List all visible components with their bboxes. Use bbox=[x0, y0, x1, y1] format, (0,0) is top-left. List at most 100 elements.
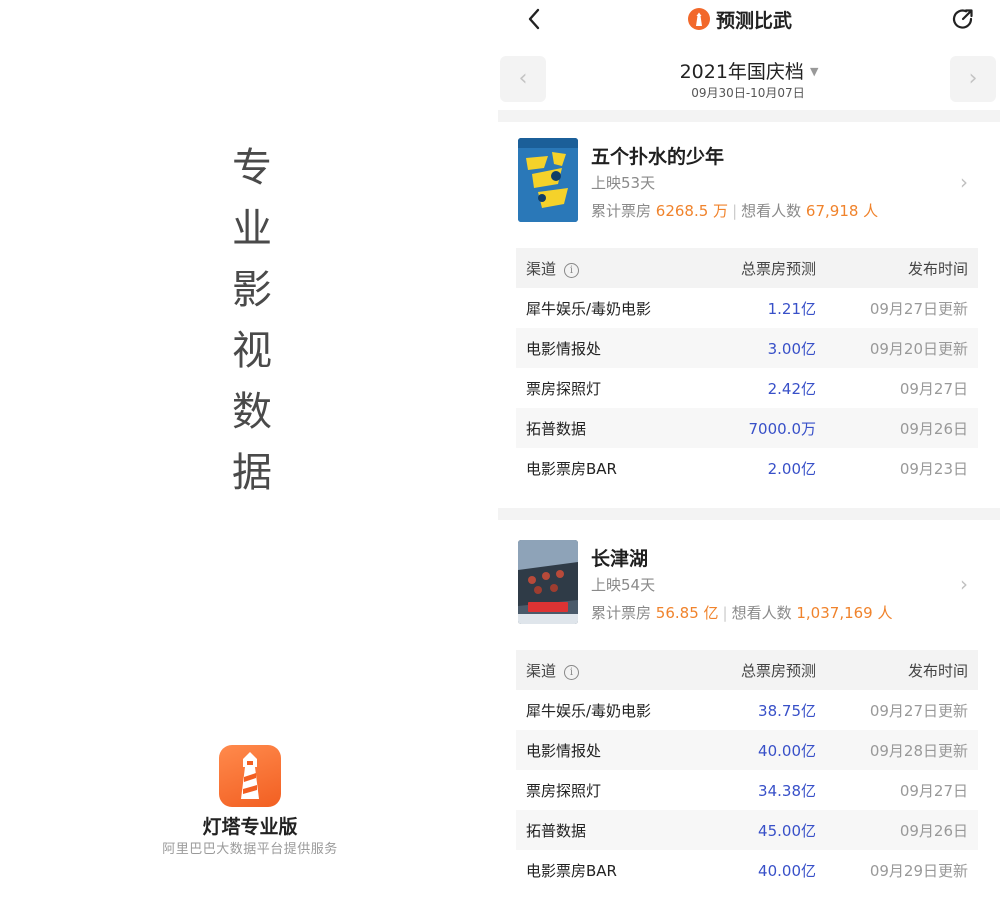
back-button[interactable] bbox=[524, 4, 548, 34]
publish-time: 09月29日更新 bbox=[869, 862, 968, 880]
movie-header[interactable]: 长津湖 上映54天 累计票房 56.85 亿 | 想看人数 1,037,169 人 … bbox=[498, 524, 1000, 624]
forecast-value: 2.42亿 bbox=[767, 380, 816, 398]
box-office-value: 6268.5 万 bbox=[655, 202, 729, 220]
nav-bar: 预测比武 bbox=[498, 0, 1000, 40]
slogan-vertical: 专 业 影 视 数 据 bbox=[226, 138, 278, 504]
publish-time: 09月26日 bbox=[899, 822, 968, 840]
period-title: 2021年国庆档 bbox=[679, 61, 804, 83]
channel-name: 电影情报处 bbox=[526, 340, 602, 358]
channel-name: 电影票房BAR bbox=[526, 460, 617, 478]
table-header: 渠道 i 总票房预测 发布时间 bbox=[516, 248, 978, 288]
want-see-value: 1,037,169 人 bbox=[796, 604, 893, 622]
header-time: 发布时间 bbox=[907, 260, 968, 278]
table-row: 拓普数据 45.00亿 09月26日 bbox=[516, 810, 978, 850]
forecast-value: 34.38亿 bbox=[758, 782, 816, 800]
period-dropdown[interactable]: 2021年国庆档 ▼ bbox=[658, 57, 840, 84]
box-office-label: 累计票房 bbox=[591, 202, 652, 220]
publish-time: 09月27日 bbox=[899, 380, 968, 398]
header-channel: 渠道 bbox=[526, 662, 557, 680]
want-see-value: 67,918 人 bbox=[805, 202, 879, 220]
forecast-value: 3.00亿 bbox=[767, 340, 816, 358]
header-time: 发布时间 bbox=[907, 662, 968, 680]
channel-name: 电影票房BAR bbox=[526, 862, 617, 880]
slogan-char: 据 bbox=[232, 450, 272, 496]
header-forecast: 总票房预测 bbox=[740, 662, 816, 680]
publish-time: 09月20日更新 bbox=[869, 340, 968, 358]
chevron-left-icon bbox=[528, 8, 540, 30]
publish-time: 09月28日更新 bbox=[869, 742, 968, 760]
movie-title: 长津湖 bbox=[591, 548, 649, 570]
period-dates: 09月30日-10月07日 bbox=[691, 86, 805, 100]
movie-header[interactable]: 五个扑水的少年 上映53天 累计票房 6268.5 万 | 想看人数 67,918 … bbox=[498, 122, 1000, 222]
forecast-value: 7000.0万 bbox=[748, 420, 817, 438]
table-row: 犀牛娱乐/毒奶电影 1.21亿 09月27日更新 bbox=[516, 288, 978, 328]
prev-period-button[interactable]: ‹ bbox=[500, 56, 546, 102]
movie-poster bbox=[518, 540, 578, 624]
table-header: 渠道 i 总票房预测 发布时间 bbox=[516, 650, 978, 690]
info-icon[interactable]: i bbox=[564, 665, 580, 680]
slogan-char: 业 bbox=[232, 206, 272, 252]
section-divider bbox=[498, 508, 1000, 520]
forecast-value: 38.75亿 bbox=[758, 702, 816, 720]
channel-name: 票房探照灯 bbox=[526, 782, 602, 800]
slogan-char: 视 bbox=[232, 328, 272, 374]
forecast-value: 2.00亿 bbox=[767, 460, 816, 478]
box-office-label: 累计票房 bbox=[591, 604, 652, 622]
brand-logo-icon bbox=[688, 8, 710, 30]
channel-name: 票房探照灯 bbox=[526, 380, 602, 398]
page-title: 预测比武 bbox=[716, 9, 793, 32]
share-icon bbox=[952, 9, 973, 29]
next-period-button[interactable]: › bbox=[950, 56, 996, 102]
header-forecast: 总票房预测 bbox=[740, 260, 816, 278]
channel-name: 犀牛娱乐/毒奶电影 bbox=[526, 702, 652, 720]
forecast-value: 40.00亿 bbox=[758, 862, 816, 880]
header-channel: 渠道 bbox=[526, 260, 557, 278]
movie-stats: 累计票房 56.85 亿 | 想看人数 1,037,169 人 bbox=[591, 604, 893, 622]
release-days: 上映53天 bbox=[591, 174, 656, 192]
share-button[interactable] bbox=[950, 6, 976, 32]
channel-name: 拓普数据 bbox=[526, 420, 587, 438]
forecast-value: 40.00亿 bbox=[758, 742, 816, 760]
publish-time: 09月27日 bbox=[899, 782, 968, 800]
channel-name: 拓普数据 bbox=[526, 822, 587, 840]
table-row: 电影情报处 40.00亿 09月28日更新 bbox=[516, 730, 978, 770]
splash-panel: 专 业 影 视 数 据 灯塔专业版 阿里巴巴大数据平台提供服务 bbox=[0, 0, 500, 897]
period-selector-bar: ‹ 2021年国庆档 ▼ 09月30日-10月07日 › bbox=[498, 52, 1000, 104]
app-name: 灯塔专业版 bbox=[202, 816, 298, 838]
chevron-right-icon: › bbox=[960, 572, 968, 596]
provider-text: 阿里巴巴大数据平台提供服务 bbox=[162, 842, 338, 857]
forecast-value: 1.21亿 bbox=[767, 300, 816, 318]
table-row: 票房探照灯 2.42亿 09月27日 bbox=[516, 368, 978, 408]
publish-time: 09月27日更新 bbox=[869, 300, 968, 318]
publish-time: 09月27日更新 bbox=[869, 702, 968, 720]
movie-title: 五个扑水的少年 bbox=[591, 146, 725, 168]
nav-title-group: 预测比武 bbox=[688, 4, 792, 34]
movie-card: 长津湖 上映54天 累计票房 56.85 亿 | 想看人数 1,037,169 人 … bbox=[498, 524, 1000, 897]
caret-down-icon: ▼ bbox=[809, 65, 819, 78]
section-divider bbox=[498, 110, 1000, 122]
table-row: 电影情报处 3.00亿 09月20日更新 bbox=[516, 328, 978, 368]
table-row: 票房探照灯 34.38亿 09月27日 bbox=[516, 770, 978, 810]
publish-time: 09月26日 bbox=[899, 420, 968, 438]
forecast-table: 渠道 i 总票房预测 发布时间 犀牛娱乐/毒奶电影 1.21亿 09月27日更新 … bbox=[516, 248, 978, 488]
channel-name: 犀牛娱乐/毒奶电影 bbox=[526, 300, 652, 318]
movie-poster bbox=[518, 138, 578, 222]
table-row: 电影票房BAR 40.00亿 09月29日更新 bbox=[516, 850, 978, 890]
want-see-label: 想看人数 bbox=[741, 202, 802, 220]
slogan-char: 影 bbox=[232, 267, 272, 313]
info-icon[interactable]: i bbox=[564, 263, 580, 278]
lighthouse-logo-icon bbox=[219, 745, 281, 807]
table-row: 拓普数据 7000.0万 09月26日 bbox=[516, 408, 978, 448]
forecast-table: 渠道 i 总票房预测 发布时间 犀牛娱乐/毒奶电影 38.75亿 09月27日更新… bbox=[516, 650, 978, 890]
release-days: 上映54天 bbox=[591, 576, 656, 594]
movie-card: 五个扑水的少年 上映53天 累计票房 6268.5 万 | 想看人数 67,918 … bbox=[498, 122, 1000, 510]
want-see-label: 想看人数 bbox=[731, 604, 792, 622]
table-row: 犀牛娱乐/毒奶电影 38.75亿 09月27日更新 bbox=[516, 690, 978, 730]
forecast-value: 45.00亿 bbox=[758, 822, 816, 840]
slogan-char: 专 bbox=[232, 145, 272, 191]
table-row: 电影票房BAR 2.00亿 09月23日 bbox=[516, 448, 978, 488]
slogan-char: 数 bbox=[232, 389, 272, 435]
chevron-right-icon: › bbox=[960, 170, 968, 194]
forecast-screen: 预测比武 ‹ 2021年国庆档 ▼ 09月30日-10月07日 › 五个扑水的少… bbox=[498, 0, 1000, 897]
box-office-value: 56.85 亿 bbox=[655, 604, 719, 622]
